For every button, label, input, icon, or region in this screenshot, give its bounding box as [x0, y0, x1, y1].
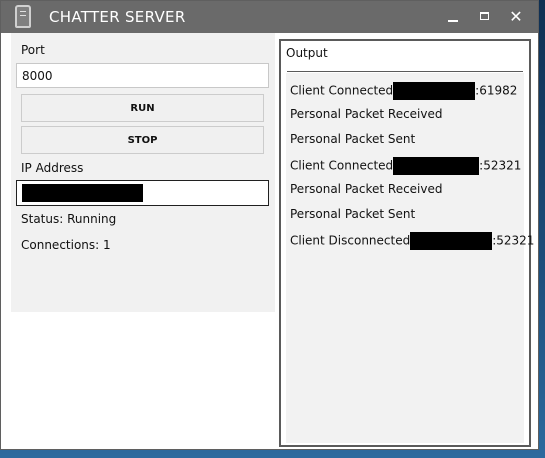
window-content: Port RUN STOP IP Address Status: Running…	[1, 33, 538, 449]
port-input[interactable]	[16, 63, 269, 88]
window-title: CHATTER SERVER	[49, 8, 186, 26]
log-item: Personal Packet Received	[290, 107, 443, 121]
output-header: Output	[286, 46, 328, 60]
redacted-ip	[410, 232, 493, 250]
log-item: Client Disconnected :52321	[290, 232, 534, 250]
server-control-panel: Port RUN STOP IP Address Status: Running…	[11, 33, 275, 312]
log-item: Personal Packet Received	[290, 182, 443, 196]
close-button[interactable]: ✕	[499, 1, 533, 33]
log-item-text: Client Connected	[290, 83, 394, 98]
log-item-port: :52321	[492, 233, 535, 248]
log-item-text: Client Connected	[290, 158, 394, 173]
redacted-ip	[393, 82, 476, 100]
run-button[interactable]: RUN	[21, 94, 264, 122]
redacted-ip-address	[22, 184, 143, 202]
stop-button[interactable]: STOP	[21, 126, 264, 154]
chatter-server-window: CHATTER SERVER ✕ Port RUN STOP IP Addres…	[0, 0, 539, 450]
minimize-button[interactable]	[436, 1, 470, 33]
connection-count: Connections: 1	[21, 238, 111, 252]
redacted-ip	[393, 157, 480, 175]
log-item-text: Personal Packet Sent	[290, 132, 416, 146]
log-item-text: Personal Packet Received	[290, 107, 443, 121]
log-item: Personal Packet Sent	[290, 132, 415, 146]
title-bar[interactable]: CHATTER SERVER ✕	[1, 1, 538, 33]
ip-address-label: IP Address	[21, 161, 84, 175]
maximize-icon	[480, 12, 489, 20]
app-icon	[15, 5, 31, 28]
log-item-text: Client Disconnected	[290, 233, 411, 248]
ip-address-field[interactable]	[16, 180, 269, 206]
close-icon: ✕	[509, 7, 523, 26]
maximize-button[interactable]	[467, 1, 501, 33]
output-log[interactable]: Client Connected :61982 Personal Packet R…	[286, 73, 534, 443]
log-item-port: :61982	[475, 83, 518, 98]
log-item-port: :52321	[479, 158, 522, 173]
log-item-text: Personal Packet Received	[290, 182, 443, 196]
log-item: Client Connected :61982	[290, 82, 517, 100]
output-group: Output Client Connected :61982 Personal P…	[279, 39, 534, 447]
port-label: Port	[21, 43, 45, 57]
output-divider	[287, 71, 523, 72]
minimize-icon	[448, 20, 458, 22]
server-status: Status: Running	[21, 212, 117, 226]
log-item: Personal Packet Sent	[290, 207, 415, 221]
log-item-text: Personal Packet Sent	[290, 207, 416, 221]
log-item: Client Connected :52321	[290, 157, 521, 175]
